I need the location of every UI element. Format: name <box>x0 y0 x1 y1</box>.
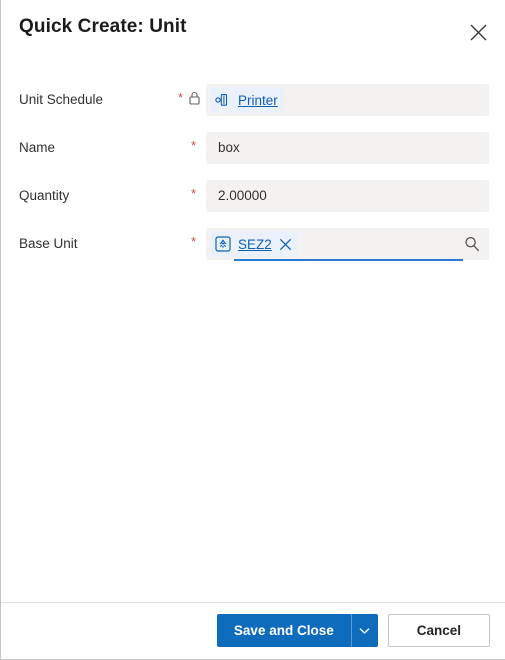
printer-entity-icon <box>215 92 231 108</box>
field-input-quantity[interactable]: 2.00000 <box>206 180 489 212</box>
save-options-dropdown-button[interactable] <box>350 614 378 647</box>
search-icon[interactable] <box>463 235 481 253</box>
quick-create-panel: Quick Create: Unit Unit Schedule * Print… <box>0 0 505 660</box>
required-indicator-name: * <box>191 138 197 153</box>
field-row-quantity: Quantity * 2.00000 <box>1 176 505 224</box>
footer-actions: Save and Close Cancel <box>216 614 490 647</box>
dialog-header: Quick Create: Unit <box>1 0 505 57</box>
field-row-base-unit: Base Unit * SEZ2 <box>1 224 505 272</box>
required-indicator-base-unit: * <box>191 234 197 249</box>
save-and-close-split-button: Save and Close <box>216 614 378 647</box>
unit-entity-icon <box>215 236 231 252</box>
field-input-base-unit[interactable]: SEZ2 <box>206 228 489 261</box>
lookup-chip-base-unit[interactable]: SEZ2 <box>210 231 298 257</box>
field-value-quantity: 2.00000 <box>218 188 267 203</box>
field-focus-underline <box>234 259 463 261</box>
lookup-chip-label-base-unit[interactable]: SEZ2 <box>238 237 272 252</box>
cancel-button[interactable]: Cancel <box>387 614 490 647</box>
close-icon <box>470 24 487 41</box>
dialog-footer: Save and Close Cancel <box>1 602 505 659</box>
save-and-close-button[interactable]: Save and Close <box>216 614 351 647</box>
lookup-chip-unit-schedule[interactable]: Printer <box>210 87 284 113</box>
required-indicator-quantity: * <box>191 186 197 201</box>
close-button[interactable] <box>464 18 492 46</box>
field-label-base-unit: Base Unit <box>19 236 78 251</box>
field-row-name: Name * box <box>1 128 505 176</box>
lookup-chip-label-unit-schedule[interactable]: Printer <box>238 93 278 108</box>
field-input-name[interactable]: box <box>206 132 489 164</box>
chevron-down-icon <box>359 627 370 635</box>
field-label-name: Name <box>19 140 56 155</box>
quick-create-form: Unit Schedule * Printer Name * box Quant… <box>1 80 505 272</box>
field-label-quantity: Quantity <box>19 188 70 203</box>
field-input-unit-schedule[interactable]: Printer <box>206 84 489 116</box>
page-title: Quick Create: Unit <box>19 16 187 37</box>
lock-icon <box>188 91 201 105</box>
remove-chip-icon[interactable] <box>279 238 292 251</box>
required-indicator-unit-schedule: * <box>178 90 184 105</box>
field-row-unit-schedule: Unit Schedule * Printer <box>1 80 505 128</box>
field-value-name: box <box>218 140 240 155</box>
field-label-unit-schedule: Unit Schedule <box>19 92 104 107</box>
